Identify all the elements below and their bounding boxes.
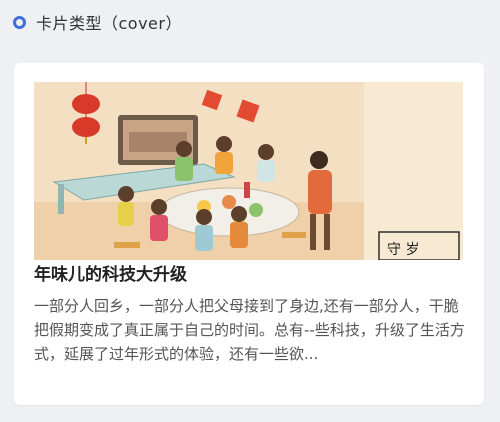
radio-ring-icon xyxy=(13,15,26,29)
new-year-illustration: 守 岁 xyxy=(34,82,463,260)
card-title: 年味儿的科技大升级 xyxy=(34,265,187,285)
cover-card[interactable]: 守 岁 年味儿的科技大升级 一部分人回乡，一部分人把父母接到了身边,还有一部分人… xyxy=(14,63,484,405)
section-title: 卡片类型（cover） xyxy=(36,14,182,33)
svg-text:守 岁: 守 岁 xyxy=(387,242,419,258)
cover-image: 守 岁 xyxy=(34,82,463,260)
section-header: 卡片类型（cover） xyxy=(13,10,182,34)
card-description: 一部分人回乡，一部分人把父母接到了身边,还有一部分人，干脆把假期变成了真正属于自… xyxy=(34,297,465,363)
